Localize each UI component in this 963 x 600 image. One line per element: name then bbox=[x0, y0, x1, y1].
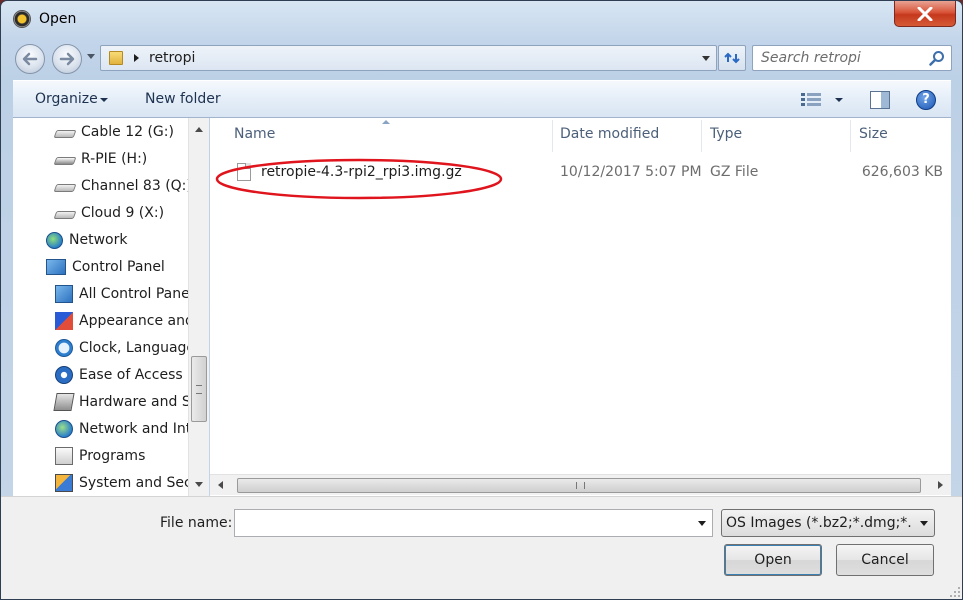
forward-arrow-icon bbox=[59, 52, 75, 66]
tree-item-label: Programs bbox=[79, 448, 146, 464]
column-divider[interactable] bbox=[552, 120, 553, 152]
system-security-icon bbox=[55, 474, 73, 492]
network-internet-icon bbox=[55, 420, 73, 438]
file-size: 626,603 KB bbox=[861, 164, 943, 180]
search-input[interactable]: Search retropi bbox=[752, 45, 952, 71]
control-panel-icon bbox=[55, 285, 73, 303]
navigation-pane: Cable 12 (G:) R-PIE (H:) Channel 83 (Q:)… bbox=[13, 118, 209, 496]
scroll-up-icon[interactable] bbox=[195, 127, 203, 132]
column-header-size[interactable]: Size bbox=[859, 126, 888, 142]
tree-item-label: R-PIE (H:) bbox=[81, 151, 148, 167]
drive-icon bbox=[53, 130, 77, 138]
ease-of-access-icon bbox=[55, 366, 73, 384]
tree-item-programs[interactable]: Programs bbox=[55, 444, 145, 468]
column-divider[interactable] bbox=[850, 120, 851, 152]
sort-ascending-icon bbox=[382, 120, 390, 124]
window-title: Open bbox=[39, 11, 77, 27]
tree-item-network-and-internet[interactable]: Network and Internet bbox=[55, 417, 208, 441]
command-bar: Organize New folder ? bbox=[13, 80, 951, 118]
tree-item-ease-of-access[interactable]: Ease of Access bbox=[55, 363, 183, 387]
scrollbar-thumb[interactable] bbox=[191, 356, 207, 422]
tree-item-cloud-9[interactable]: Cloud 9 (X:) bbox=[53, 201, 165, 225]
navigation-pane-scrollbar[interactable] bbox=[188, 118, 209, 496]
view-options-dropdown-icon[interactable] bbox=[835, 98, 843, 102]
preview-pane-icon[interactable] bbox=[870, 91, 890, 109]
file-type-filter-select[interactable]: OS Images (*.bz2;*.dmg;*.dsk;*.etch;*.gz… bbox=[721, 509, 935, 537]
back-button[interactable] bbox=[15, 44, 45, 74]
drive-icon bbox=[53, 211, 77, 219]
file-type-filter-value: OS Images (*.bz2;*.dmg;*.dsk;*.etch;*.gz… bbox=[726, 515, 912, 531]
change-view-icon[interactable] bbox=[801, 93, 821, 107]
drive-icon bbox=[53, 184, 77, 192]
tree-item-label: Cable 12 (G:) bbox=[81, 124, 174, 140]
tree-item-channel-83[interactable]: Channel 83 (Q:) bbox=[53, 174, 192, 198]
breadcrumb-current[interactable]: retropi bbox=[149, 50, 195, 66]
title-bar: Open bbox=[1, 1, 962, 39]
tree-item-label: Network bbox=[69, 232, 128, 248]
tree-item-r-pie[interactable]: R-PIE (H:) bbox=[53, 147, 148, 171]
dialog-footer: File name: OS Images (*.bz2;*.dmg;*.dsk;… bbox=[1, 496, 962, 599]
file-name-input[interactable] bbox=[234, 509, 713, 537]
recent-locations-dropdown[interactable] bbox=[87, 54, 95, 59]
scroll-down-icon[interactable] bbox=[195, 482, 203, 487]
control-panel-icon bbox=[46, 259, 66, 275]
tree-item-label: Control Panel bbox=[72, 259, 165, 275]
folder-icon bbox=[109, 51, 123, 65]
breadcrumb-chevron-icon[interactable] bbox=[134, 54, 139, 62]
hardware-icon bbox=[53, 393, 75, 411]
tree-item-all-control-panel-items[interactable]: All Control Panel Items bbox=[55, 282, 208, 306]
address-dropdown-icon[interactable] bbox=[702, 56, 710, 61]
file-name-dropdown-icon[interactable] bbox=[698, 521, 706, 526]
tree-item-appearance[interactable]: Appearance and Personalization bbox=[55, 309, 208, 333]
filter-dropdown-icon[interactable] bbox=[920, 521, 928, 526]
programs-icon bbox=[55, 447, 73, 465]
network-icon bbox=[46, 231, 63, 249]
refresh-button[interactable] bbox=[718, 45, 746, 71]
refresh-icon bbox=[724, 52, 740, 64]
file-list-horizontal-scrollbar[interactable] bbox=[210, 474, 951, 495]
clock-icon bbox=[55, 339, 73, 357]
removable-drive-icon bbox=[53, 157, 77, 165]
organize-dropdown-icon[interactable] bbox=[100, 98, 108, 102]
search-placeholder: Search retropi bbox=[761, 50, 861, 66]
highlight-annotation bbox=[215, 158, 503, 200]
tree-item-hardware-and-sound[interactable]: Hardware and Sound bbox=[53, 390, 208, 414]
organize-button[interactable]: Organize bbox=[35, 91, 98, 107]
open-file-dialog: Open retropi Search retropi Organize New… bbox=[0, 0, 963, 600]
close-icon bbox=[917, 6, 933, 21]
tree-item-label: Channel 83 (Q:) bbox=[81, 178, 192, 194]
horizontal-scrollbar-thumb[interactable] bbox=[237, 478, 921, 493]
tree-item-network[interactable]: Network bbox=[46, 228, 127, 252]
column-header-type[interactable]: Type bbox=[710, 126, 742, 142]
new-folder-button[interactable]: New folder bbox=[145, 91, 221, 107]
column-divider[interactable] bbox=[701, 120, 702, 152]
column-header-name[interactable]: Name bbox=[234, 126, 275, 142]
file-date-modified: 10/12/2017 5:07 PM bbox=[560, 164, 702, 180]
file-type: GZ File bbox=[710, 164, 759, 180]
tree-item-label: Ease of Access bbox=[79, 367, 183, 383]
file-name-label: File name: bbox=[160, 515, 233, 531]
column-header-date-modified[interactable]: Date modified bbox=[560, 126, 659, 142]
scroll-right-icon[interactable] bbox=[938, 481, 943, 489]
file-list: Name Date modified Type Size retropie-4.… bbox=[210, 118, 951, 496]
forward-button[interactable] bbox=[52, 44, 82, 74]
cancel-button[interactable]: Cancel bbox=[836, 544, 934, 576]
tree-item-label: Cloud 9 (X:) bbox=[81, 205, 165, 221]
scroll-left-icon[interactable] bbox=[218, 481, 223, 489]
close-button[interactable] bbox=[894, 1, 956, 27]
address-bar[interactable]: retropi bbox=[100, 45, 717, 71]
resize-grip-icon[interactable] bbox=[949, 586, 961, 598]
help-icon[interactable]: ? bbox=[916, 90, 936, 110]
tree-item-cable-12[interactable]: Cable 12 (G:) bbox=[53, 120, 174, 144]
tree-item-control-panel[interactable]: Control Panel bbox=[46, 255, 165, 279]
back-arrow-icon bbox=[22, 52, 38, 66]
tree-item-system-and-security[interactable]: System and Security bbox=[55, 471, 208, 495]
appearance-icon bbox=[55, 312, 73, 330]
open-button[interactable]: Open bbox=[724, 544, 822, 576]
tree-item-clock-language[interactable]: Clock, Language, and Region bbox=[55, 336, 208, 360]
app-icon bbox=[13, 10, 31, 28]
search-icon[interactable] bbox=[929, 50, 945, 66]
